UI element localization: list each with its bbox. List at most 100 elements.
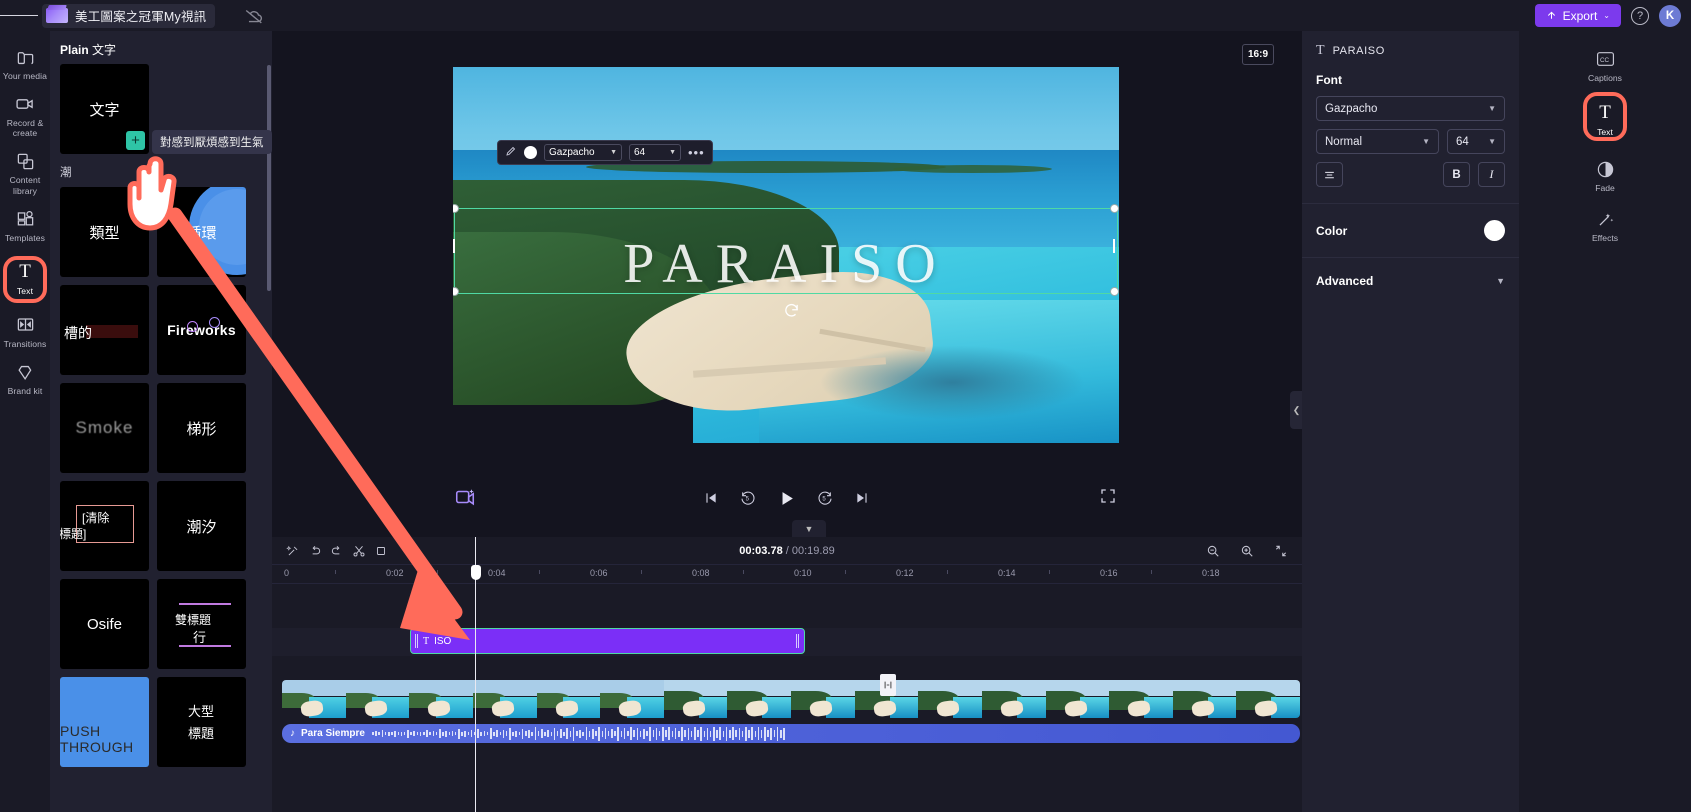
sidebar-label: Templates — [4, 232, 46, 243]
font-weight-value: Normal — [1325, 135, 1363, 148]
text-template-tile[interactable]: 梯形 — [157, 383, 246, 473]
avatar[interactable]: K — [1659, 4, 1681, 27]
text-template-tile[interactable]: Fireworks — [157, 285, 246, 375]
redo-icon[interactable] — [326, 540, 348, 562]
font-weight-size-row: Normal ▼ 64 ▼ — [1316, 129, 1505, 154]
help-icon[interactable]: ? — [1631, 6, 1649, 25]
text-template-tile[interactable]: 潮汐 — [157, 481, 246, 571]
resize-handle-left[interactable] — [453, 239, 455, 253]
zoom-out-icon[interactable] — [1202, 540, 1224, 562]
effects-wand-icon — [1594, 208, 1616, 230]
text-template-tile[interactable]: Osife — [60, 579, 149, 669]
rail-item-captions[interactable]: CC Captions — [1577, 39, 1633, 89]
ruler-tick-label: 0:04 — [488, 568, 506, 578]
sidebar-item-content-library[interactable]: Content library — [0, 143, 50, 200]
section-label: 潮 — [60, 167, 72, 179]
bold-label: B — [1452, 168, 1461, 181]
skip-to-start-icon[interactable] — [703, 490, 719, 506]
pencil-icon[interactable] — [505, 145, 517, 160]
fullscreen-icon[interactable] — [1099, 487, 1117, 505]
clip-left-handle[interactable] — [415, 634, 418, 648]
audio-track[interactable]: ♪ Para Siempre — [282, 724, 1300, 743]
playhead[interactable] — [470, 537, 481, 812]
more-options-icon[interactable]: ••• — [688, 145, 705, 160]
advanced-label: Advanced — [1316, 274, 1374, 288]
crop-icon[interactable] — [370, 540, 392, 562]
panel-scrollbar[interactable] — [267, 65, 271, 291]
text-template-tile[interactable]: 循環 — [157, 187, 246, 277]
tile-label-line2: 標題] — [60, 527, 87, 541]
sidebar-item-text[interactable]: T Text — [0, 254, 50, 303]
collapse-timeline-button[interactable]: ▼ — [792, 520, 826, 537]
export-button[interactable]: Export ⌄ — [1534, 4, 1621, 27]
font-family-value: Gazpacho — [549, 147, 595, 158]
ruler-tick-label: 0:14 — [998, 568, 1016, 578]
timeline-ruler[interactable]: 0 0:02 0:04 0:06 0:08 0:10 0:12 0:14 0:1… — [272, 565, 1302, 584]
text-template-tile[interactable]: [清除 標題] — [60, 481, 149, 571]
text-track[interactable]: T ISO — [272, 628, 1302, 656]
divider-line-top — [179, 603, 231, 606]
project-name-field[interactable]: 美工圖案之冠軍My視訊 — [42, 3, 216, 28]
text-properties-panel: T PARAISO Font Gazpacho ▼ Normal ▼ 64 ▼ — [1302, 31, 1519, 812]
rail-item-effects[interactable]: Effects — [1577, 199, 1633, 249]
panel-title-bold: Plain — [60, 43, 89, 57]
font-size-select[interactable]: 64 ▼ — [1447, 129, 1505, 154]
play-icon[interactable] — [777, 489, 796, 508]
text-template-tile[interactable]: 類型 — [60, 187, 149, 277]
font-weight-select[interactable]: Normal ▼ — [1316, 129, 1439, 154]
text-selection-box[interactable] — [454, 208, 1118, 294]
split-magic-icon[interactable] — [282, 540, 304, 562]
playhead-knob[interactable] — [470, 565, 481, 580]
align-center-icon[interactable] — [1316, 162, 1343, 187]
rail-item-text[interactable]: T Text — [1577, 92, 1633, 143]
cloud-off-icon[interactable] — [243, 5, 265, 27]
scissors-icon[interactable] — [348, 540, 370, 562]
text-template-tile[interactable]: 文字 + — [60, 64, 149, 154]
text-template-tile[interactable]: Smoke — [60, 383, 149, 473]
page-title: PARAISO — [1332, 45, 1385, 57]
resize-handle-right[interactable] — [1113, 239, 1115, 253]
video-thumbnail — [600, 680, 664, 718]
forward-5s-icon[interactable]: 5 — [817, 490, 833, 506]
add-icon[interactable]: + — [126, 131, 145, 150]
text-template-tile[interactable]: 槽的 — [60, 285, 149, 375]
video-canvas[interactable]: PARAISO — [453, 67, 1119, 443]
skip-to-end-icon[interactable] — [854, 490, 870, 506]
ruler-tick-label: 0:18 — [1202, 568, 1220, 578]
distant-island-2 — [892, 164, 1053, 173]
rotate-handle-icon[interactable] — [783, 302, 800, 319]
hamburger-icon[interactable] — [0, 0, 39, 31]
resize-handle-br[interactable] — [1110, 287, 1119, 296]
sidebar-item-your-media[interactable]: Your media — [0, 39, 50, 86]
video-track[interactable] — [282, 680, 1300, 718]
svg-text:CC: CC — [1599, 57, 1609, 64]
sidebar-item-transitions[interactable]: Transitions — [0, 307, 50, 354]
zoom-in-icon[interactable] — [1236, 540, 1258, 562]
timeline-text-clip[interactable]: T ISO — [410, 628, 805, 654]
video-thumbnail — [1236, 680, 1300, 718]
sidebar-item-templates[interactable]: Templates — [0, 201, 50, 248]
clip-right-handle[interactable] — [796, 634, 799, 648]
right-nav-rail: CC Captions T Text Fade Effects — [1519, 31, 1691, 812]
fit-timeline-icon[interactable] — [1270, 540, 1292, 562]
text-template-tile[interactable]: 雙標題 行 — [157, 579, 246, 669]
back-5s-icon[interactable]: 5 — [740, 490, 756, 506]
rail-item-fade[interactable]: Fade — [1577, 149, 1633, 199]
italic-button[interactable]: I — [1478, 162, 1505, 187]
advanced-section-toggle[interactable]: Advanced ▼ — [1302, 258, 1519, 304]
font-family-select[interactable]: Gazpacho ▼ — [544, 144, 622, 161]
undo-icon[interactable] — [304, 540, 326, 562]
reef-shadow — [819, 345, 1086, 421]
resize-handle-tr[interactable] — [1110, 204, 1119, 213]
text-template-tile[interactable]: 大型 標題 — [157, 677, 246, 767]
bold-button[interactable]: B — [1443, 162, 1470, 187]
sidebar-item-brand-kit[interactable]: Brand kit — [0, 354, 50, 401]
text-color-swatch[interactable] — [524, 146, 537, 159]
sidebar-item-record-create[interactable]: Record & create — [0, 86, 50, 143]
color-swatch[interactable] — [1484, 220, 1505, 241]
split-marker-icon[interactable] — [880, 674, 896, 696]
font-size-select[interactable]: 64 ▼ — [629, 144, 681, 161]
aspect-ratio-button[interactable]: 16:9 — [1242, 44, 1274, 65]
text-template-tile[interactable]: PUSH THROUGH — [60, 677, 149, 767]
font-family-select[interactable]: Gazpacho ▼ — [1316, 96, 1505, 121]
